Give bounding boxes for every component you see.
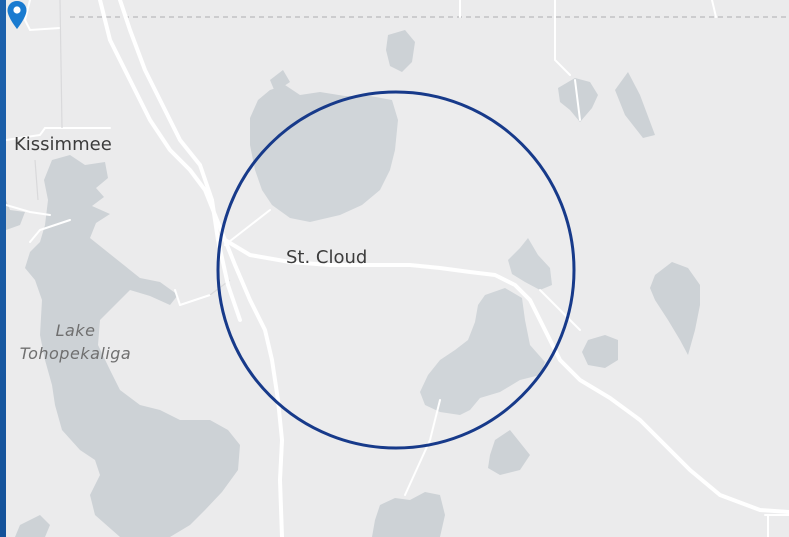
lake-south-small [488, 430, 530, 475]
location-pin-icon[interactable] [6, 0, 28, 30]
lake-label-line1: Lake [55, 321, 96, 340]
lake-right-2 [582, 335, 618, 368]
lake-west-edge [6, 200, 25, 230]
lake-label-line2: Tohopekaliga [19, 344, 132, 363]
lake-south-bottom [372, 492, 445, 537]
lake-bottom-left [15, 515, 50, 537]
map-frame: Kissimmee St. Cloud Lake Tohopekaliga [0, 0, 789, 537]
place-label-kissimmee: Kissimmee [14, 134, 112, 155]
lake-label: Lake Tohopekaliga [8, 319, 143, 365]
radius-circle [216, 90, 576, 450]
map-canvas[interactable]: Kissimmee St. Cloud Lake Tohopekaliga [6, 0, 789, 537]
lake-right-1 [650, 262, 700, 355]
lake-east-2 [615, 72, 655, 138]
lake-small-north [386, 30, 415, 72]
place-label-st-cloud: St. Cloud [286, 247, 368, 268]
map-layers [6, 0, 789, 537]
